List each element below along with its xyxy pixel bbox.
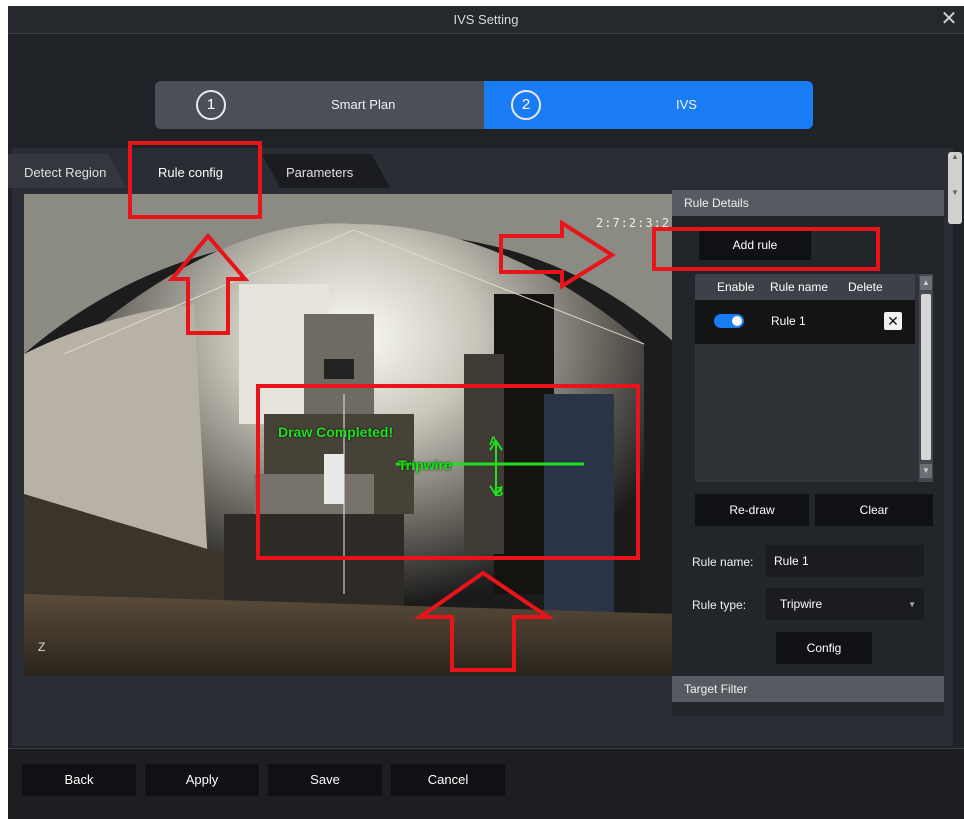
right-arrow-annotation xyxy=(499,219,616,290)
annotation-arrows xyxy=(167,219,616,672)
up-arrow-annotation-left xyxy=(167,232,250,335)
up-arrow-annotation-bottom xyxy=(413,570,555,672)
